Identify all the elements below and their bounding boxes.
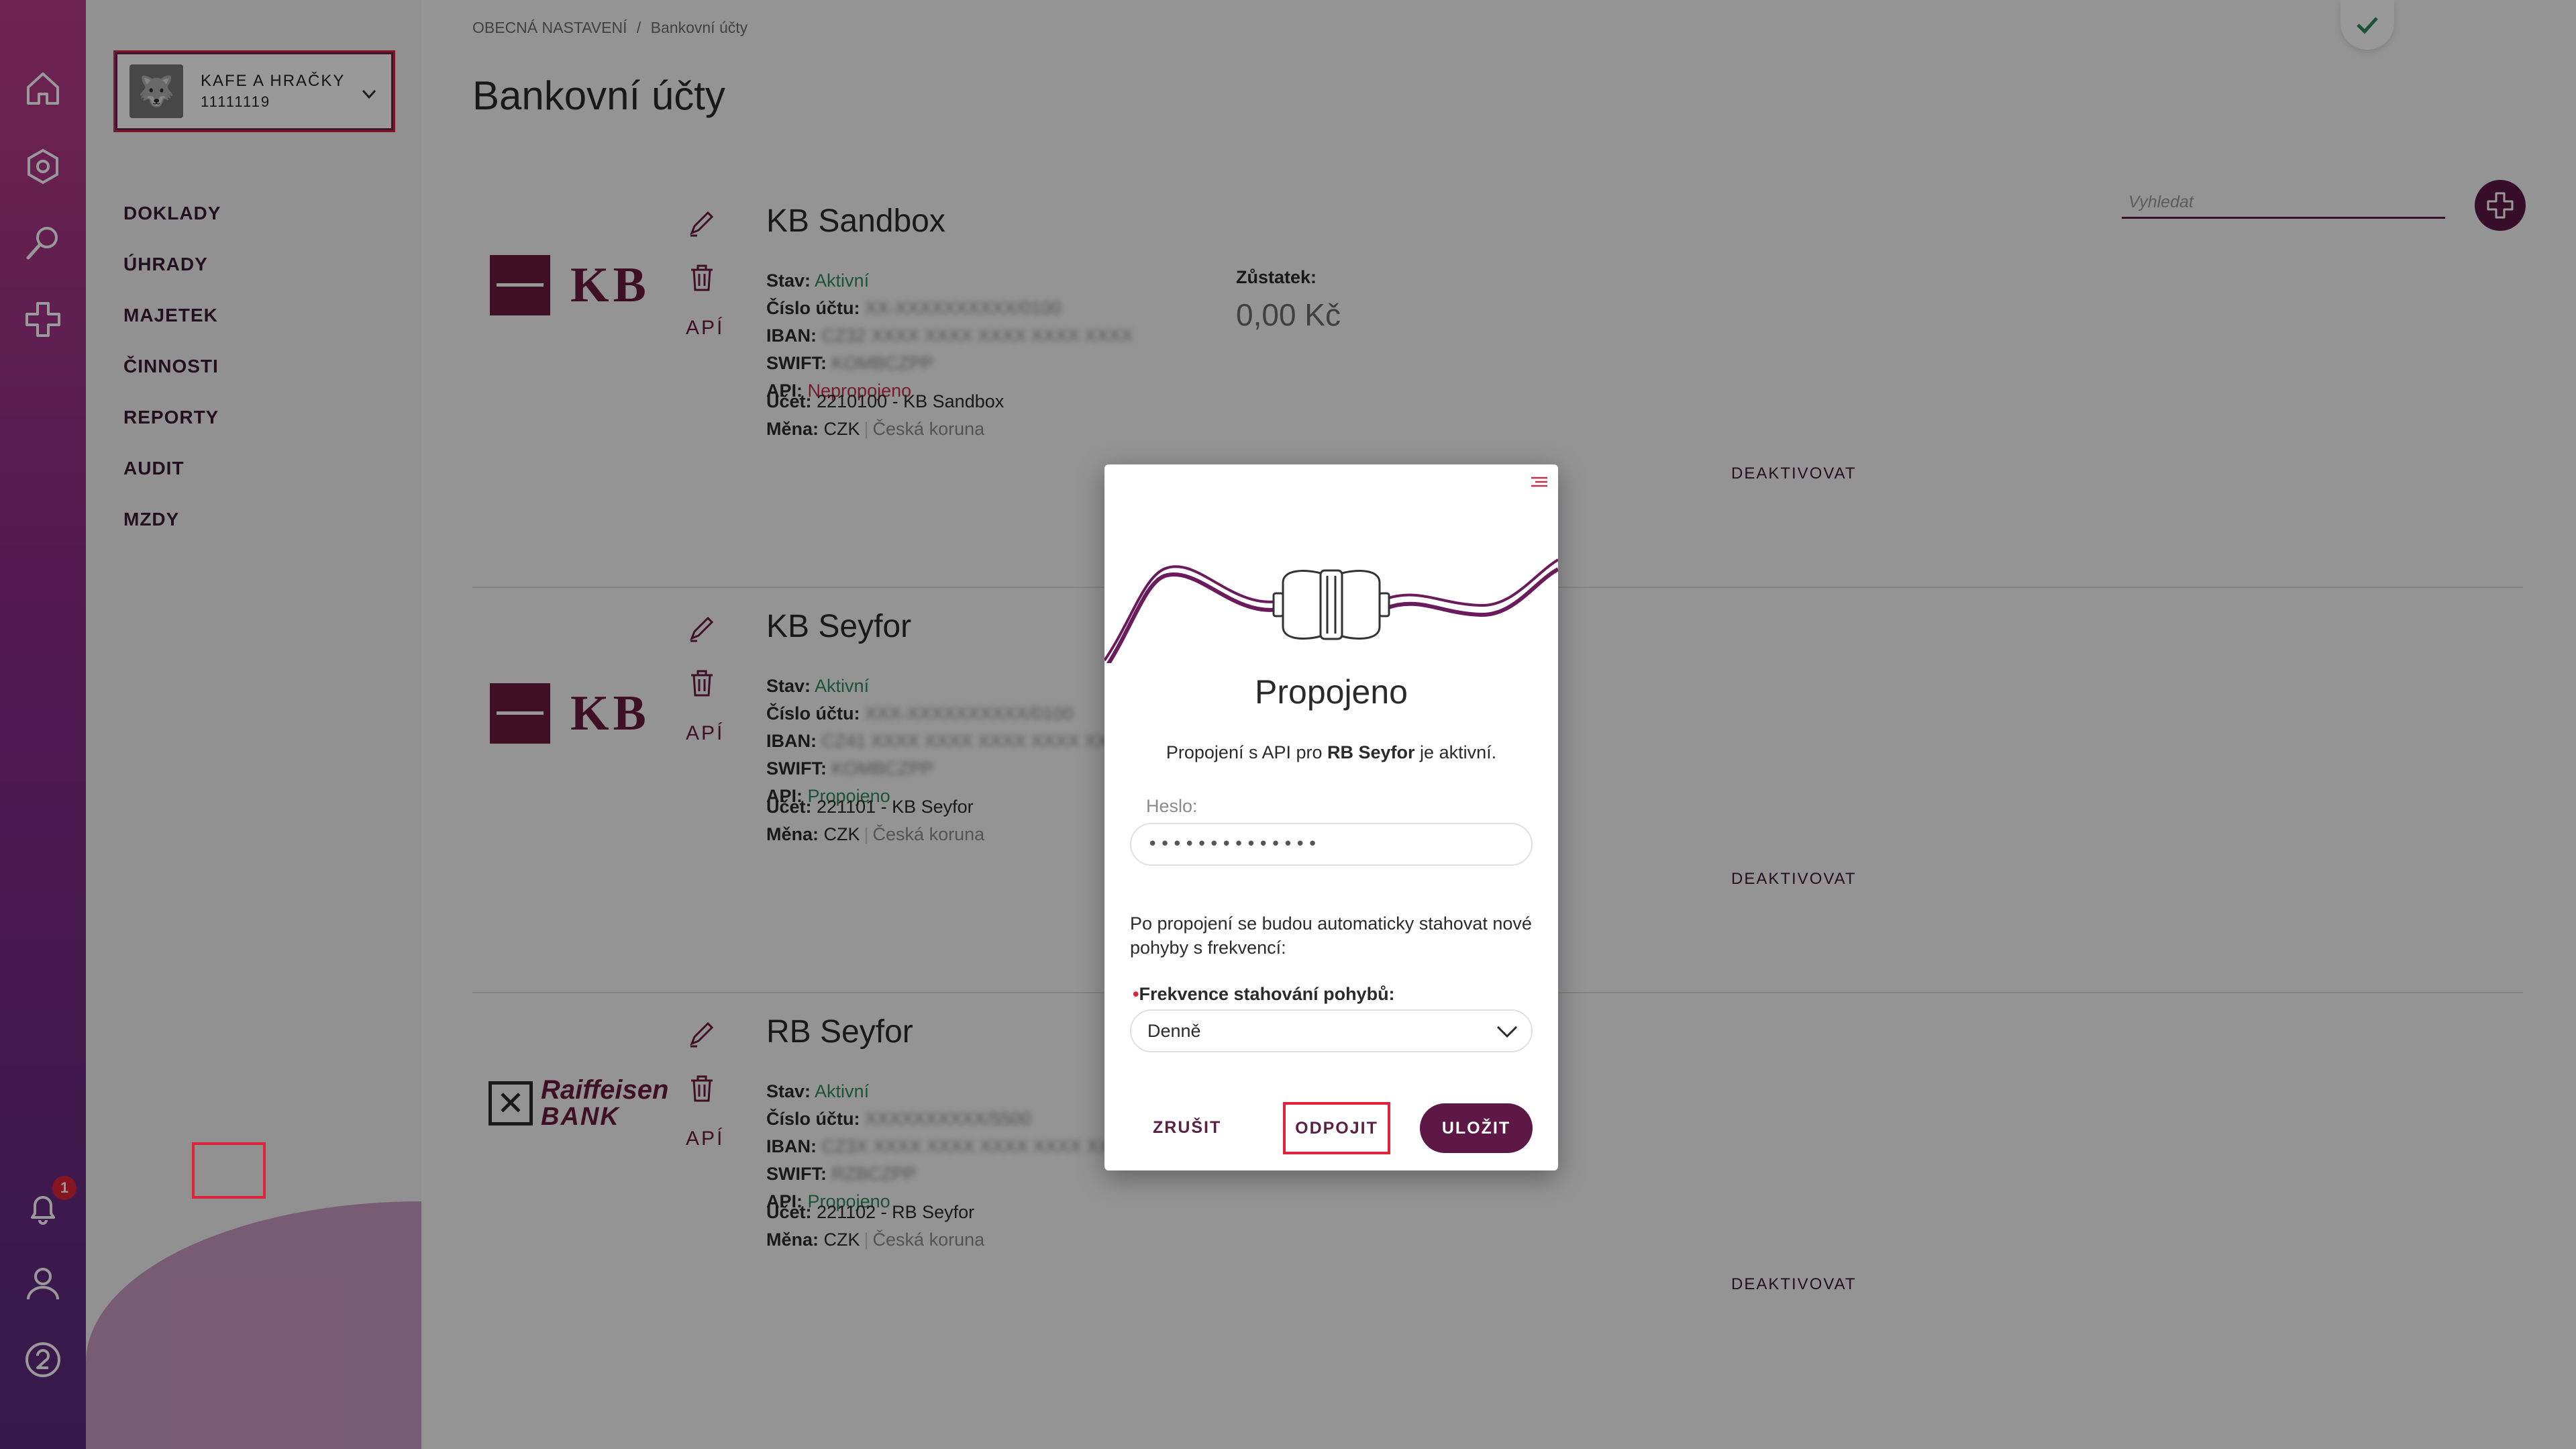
password-label: Heslo:	[1146, 796, 1198, 816]
menu-list-icon[interactable]	[1530, 474, 1549, 489]
dialog-desc-prefix: Propojení s API pro	[1166, 742, 1328, 762]
disconnect-button[interactable]: ODPOJIT	[1283, 1102, 1390, 1154]
auto-download-info: Po propojení se budou automaticky stahov…	[1130, 913, 1532, 958]
frequency-label-text: Frekvence stahování pohybů:	[1139, 984, 1395, 1004]
dialog-desc-bank: RB Seyfor	[1327, 742, 1415, 762]
dialog-title: Propojeno	[1255, 673, 1408, 711]
password-field[interactable]: ••••••••••••••	[1130, 823, 1533, 866]
frequency-value: Denně	[1147, 1020, 1201, 1041]
dialog-description: Propojení s API pro RB Seyfor je aktivní…	[1104, 742, 1558, 763]
api-button-highlight	[192, 1142, 266, 1199]
save-button[interactable]: ULOŽIT	[1420, 1103, 1533, 1153]
frequency-label: •Frekvence stahování pohybů:	[1133, 984, 1395, 1005]
dialog-desc-suffix: je aktivní.	[1414, 742, 1497, 762]
chevron-down-icon	[1496, 1026, 1518, 1038]
plug-connected-icon	[1104, 558, 1558, 663]
api-connection-dialog: Propojeno Propojení s API pro RB Seyfor …	[1104, 464, 1558, 1170]
frequency-select[interactable]: Denně	[1130, 1009, 1533, 1052]
cancel-button[interactable]: ZRUŠIT	[1153, 1114, 1221, 1141]
